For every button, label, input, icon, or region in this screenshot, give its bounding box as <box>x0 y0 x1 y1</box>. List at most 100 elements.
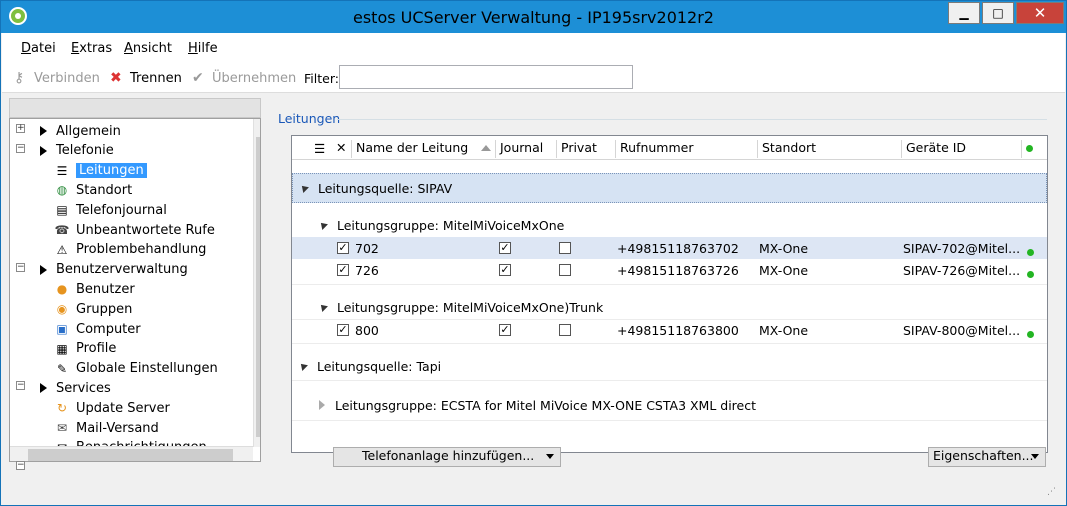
journal-checkbox[interactable]: ✓ <box>499 242 511 254</box>
col-privat[interactable]: Privat <box>556 140 597 158</box>
status-dot-icon <box>1027 331 1034 338</box>
col-journal[interactable]: Journal <box>495 140 543 158</box>
tree-horizontal-scrollbar[interactable] <box>10 446 253 461</box>
tree-item-label: Allgemein <box>56 123 121 139</box>
tree-item-problembehandlung[interactable]: ⚠ Problembehandlung <box>54 240 207 260</box>
menu-extras[interactable]: Extras <box>71 41 112 56</box>
tree-item-label: Gruppen <box>76 301 133 317</box>
filter-input[interactable] <box>339 65 633 89</box>
privat-checkbox[interactable] <box>559 324 571 336</box>
group-header[interactable]: Leitungsgruppe: MitelMiVoiceMxOne <box>292 214 1047 236</box>
collapse-icon[interactable]: − <box>16 381 25 391</box>
privat-checkbox[interactable] <box>559 242 571 254</box>
tree-item-mail-versand[interactable]: ✉ Mail-Versand <box>54 418 159 438</box>
collapse-icon[interactable] <box>318 220 328 230</box>
apply-button[interactable]: ✔ Übernehmen <box>192 70 296 86</box>
menu-ansicht[interactable]: Ansicht <box>124 41 172 56</box>
journal-checkbox[interactable]: ✓ <box>499 324 511 336</box>
checkmark-icon: ✔ <box>192 70 204 86</box>
col-geraete-id[interactable]: Geräte ID <box>901 140 966 158</box>
col-status[interactable] <box>1021 140 1033 158</box>
group-header[interactable]: Leitungsgruppe: MitelMiVoiceMxOne)Trunk <box>292 296 1047 318</box>
collapse-icon[interactable] <box>298 361 308 371</box>
tree-item-profile[interactable]: ▦ Profile <box>54 339 116 359</box>
grid-header: ☰ ✕ Name der Leitung Journal Privat Rufn… <box>292 136 1047 160</box>
section-title: Leitungen <box>278 111 341 126</box>
menu-bar: Datei Extras Ansicht Hilfe <box>2 33 1065 61</box>
journal-checkbox[interactable]: ✓ <box>499 264 511 276</box>
tree-item-unbeantwortete-rufe[interactable]: ☎ Unbeantwortete Rufe <box>54 220 215 240</box>
source-header[interactable]: Leitungsquelle: SIPAV <box>292 173 1047 203</box>
connect-button[interactable]: ⚷ Verbinden <box>14 70 100 86</box>
dropdown-arrow-icon[interactable] <box>1031 454 1039 459</box>
row-divider <box>292 343 1047 344</box>
scroll-thumb-horizontal[interactable] <box>28 449 233 461</box>
row-checkbox[interactable]: ✓ <box>337 264 349 276</box>
expand-icon[interactable]: + <box>16 124 25 133</box>
tree-item-telefonjournal[interactable]: ▤ Telefonjournal <box>54 200 167 220</box>
privat-checkbox[interactable] <box>559 264 571 276</box>
tree-item-globale-einstellungen[interactable]: ✎ Globale Einstellungen <box>54 359 218 379</box>
journal-icon: ▤ <box>56 203 68 218</box>
tree-item-computer[interactable]: ▣ Computer <box>54 319 140 339</box>
warning-icon: ⚠ <box>56 242 68 257</box>
line-device: SIPAV-726@Mitel... <box>903 263 1021 278</box>
row-divider <box>292 380 1047 381</box>
table-row[interactable]: ✓ 702 ✓ +49815118763702 MX-One SIPAV-702… <box>292 237 1047 259</box>
tree-item-update-server[interactable]: ↻ Update Server <box>54 398 170 418</box>
main-window: estos UCServer Verwaltung - IP195srv2012… <box>0 0 1067 506</box>
row-checkbox[interactable]: ✓ <box>337 324 349 336</box>
tree-item-services[interactable]: Services <box>40 378 111 398</box>
table-row[interactable]: ✓ 726 ✓ +49815118763726 MX-One SIPAV-726… <box>292 259 1047 281</box>
tree-item-gruppen[interactable]: ◉ Gruppen <box>54 299 133 319</box>
add-pbx-button[interactable]: Telefonanlage hinzufügen... <box>333 447 561 467</box>
row-checkbox[interactable]: ✓ <box>337 242 349 254</box>
toolbar: ⚷ Verbinden ✖ Trennen ✔ Übernehmen Filter: <box>2 61 1065 93</box>
resize-grip-icon[interactable]: ⋰ <box>1047 487 1056 497</box>
close-button[interactable]: ✕ <box>1016 2 1064 24</box>
arrow-icon <box>40 126 47 136</box>
group-header[interactable]: Leitungsgruppe: ECSTA for Mitel MiVoice … <box>292 394 1047 416</box>
title-bar[interactable]: estos UCServer Verwaltung - IP195srv2012… <box>1 1 1066 33</box>
tree-item-benutzerverwaltung[interactable]: Benutzerverwaltung <box>40 260 188 280</box>
collapse-icon[interactable] <box>318 302 328 312</box>
status-dot-icon <box>1027 271 1034 278</box>
tree-item-telefonie[interactable]: Telefonie <box>40 141 114 161</box>
group-icon: ◉ <box>56 302 68 317</box>
collapse-icon[interactable]: − <box>16 460 25 470</box>
col-name[interactable]: Name der Leitung <box>351 140 468 158</box>
dropdown-arrow-icon[interactable] <box>546 454 554 459</box>
minimize-button[interactable]: ▁ <box>948 2 980 24</box>
disconnect-button[interactable]: ✖ Trennen <box>110 70 182 86</box>
row-divider <box>292 420 1047 421</box>
collapse-icon[interactable]: − <box>16 143 25 153</box>
menu-datei[interactable]: Datei <box>21 41 56 56</box>
line-location: MX-One <box>759 323 809 338</box>
column-chooser-icon[interactable]: ☰ <box>314 141 325 156</box>
tree-vertical-scrollbar[interactable] <box>253 119 260 447</box>
section-divider <box>337 119 1047 120</box>
tree-item-label: Leitungen <box>76 163 147 179</box>
tree-item-allgemein[interactable]: Allgemein <box>40 121 121 141</box>
tree-item-standort[interactable]: ◍ Standort <box>54 180 132 200</box>
tree-header <box>9 98 261 118</box>
tree-item-leitungen[interactable]: ☰ Leitungen <box>54 161 147 181</box>
source-header[interactable]: Leitungsquelle: Tapi <box>292 355 1047 377</box>
line-location: MX-One <box>759 263 809 278</box>
table-row[interactable]: ✓ 800 ✓ +49815118763800 MX-One SIPAV-800… <box>292 319 1047 341</box>
line-number: +49815118763800 <box>617 323 739 338</box>
profile-icon: ▦ <box>56 341 68 356</box>
col-standort[interactable]: Standort <box>757 140 816 158</box>
tree-item-label: Globale Einstellungen <box>76 361 218 377</box>
scroll-thumb[interactable] <box>256 137 260 437</box>
collapse-icon[interactable]: − <box>16 262 25 272</box>
expand-icon[interactable] <box>319 400 325 410</box>
menu-hilfe[interactable]: Hilfe <box>188 41 218 56</box>
clear-filter-icon[interactable]: ✕ <box>336 140 346 155</box>
properties-button[interactable]: Eigenschaften... <box>928 447 1046 467</box>
collapse-icon[interactable] <box>299 183 309 193</box>
col-rufnummer[interactable]: Rufnummer <box>615 140 693 158</box>
tree-item-label: Unbeantwortete Rufe <box>76 222 215 238</box>
maximize-button[interactable]: □ <box>982 2 1014 24</box>
tree-item-benutzer[interactable]: ● Benutzer <box>54 279 135 299</box>
